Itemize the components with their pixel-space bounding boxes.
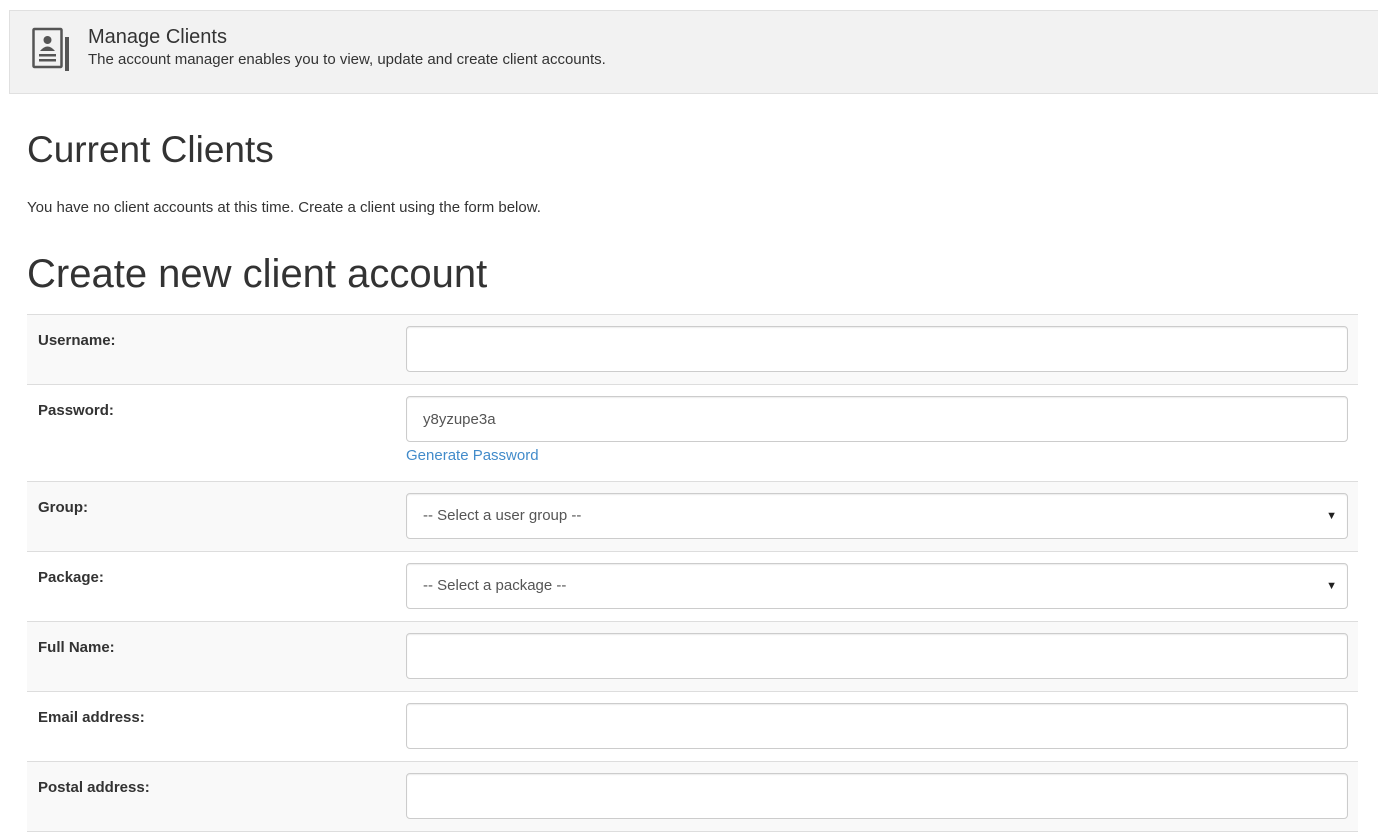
generate-password-link[interactable]: Generate Password: [406, 447, 539, 464]
form-row-email: Email address:: [27, 692, 1358, 762]
page-header-title: Manage Clients: [88, 26, 227, 48]
page-header: Manage Clients The account manager enabl…: [9, 10, 1378, 94]
postal-label: Postal address:: [38, 779, 150, 796]
username-input[interactable]: [406, 326, 1348, 372]
package-select-value: -- Select a package --: [423, 577, 567, 594]
current-clients-heading: Current Clients: [27, 129, 274, 170]
create-client-heading: Create new client account: [27, 252, 488, 296]
form-row-password: Password: Generate Password: [27, 385, 1358, 482]
password-input[interactable]: [406, 396, 1348, 442]
page-header-subtitle: The account manager enables you to view,…: [88, 51, 606, 68]
form-row-full-name: Full Name:: [27, 622, 1358, 692]
dropdown-arrow-icon: ▼: [1326, 510, 1337, 522]
group-select-value: -- Select a user group --: [423, 507, 582, 524]
full-name-label: Full Name:: [38, 639, 115, 656]
form-row-group: Group: -- Select a user group -- ▼: [27, 482, 1358, 552]
package-select[interactable]: -- Select a package -- ▼: [406, 563, 1348, 609]
dropdown-arrow-icon: ▼: [1326, 580, 1337, 592]
full-name-input[interactable]: [406, 633, 1348, 679]
group-label: Group:: [38, 499, 88, 516]
email-label: Email address:: [38, 709, 145, 726]
postal-input[interactable]: [406, 773, 1348, 819]
form-row-package: Package: -- Select a package -- ▼: [27, 552, 1358, 622]
form-row-postal: Postal address:: [27, 762, 1358, 832]
create-client-form: Username: Password: Generate Password Gr…: [27, 314, 1358, 832]
package-label: Package:: [38, 569, 104, 586]
no-clients-message: You have no client accounts at this time…: [27, 199, 541, 216]
password-label: Password:: [38, 402, 114, 419]
contact-card-icon: [32, 27, 69, 71]
form-row-username: Username:: [27, 315, 1358, 385]
group-select[interactable]: -- Select a user group -- ▼: [406, 493, 1348, 539]
email-input[interactable]: [406, 703, 1348, 749]
username-label: Username:: [38, 332, 116, 349]
